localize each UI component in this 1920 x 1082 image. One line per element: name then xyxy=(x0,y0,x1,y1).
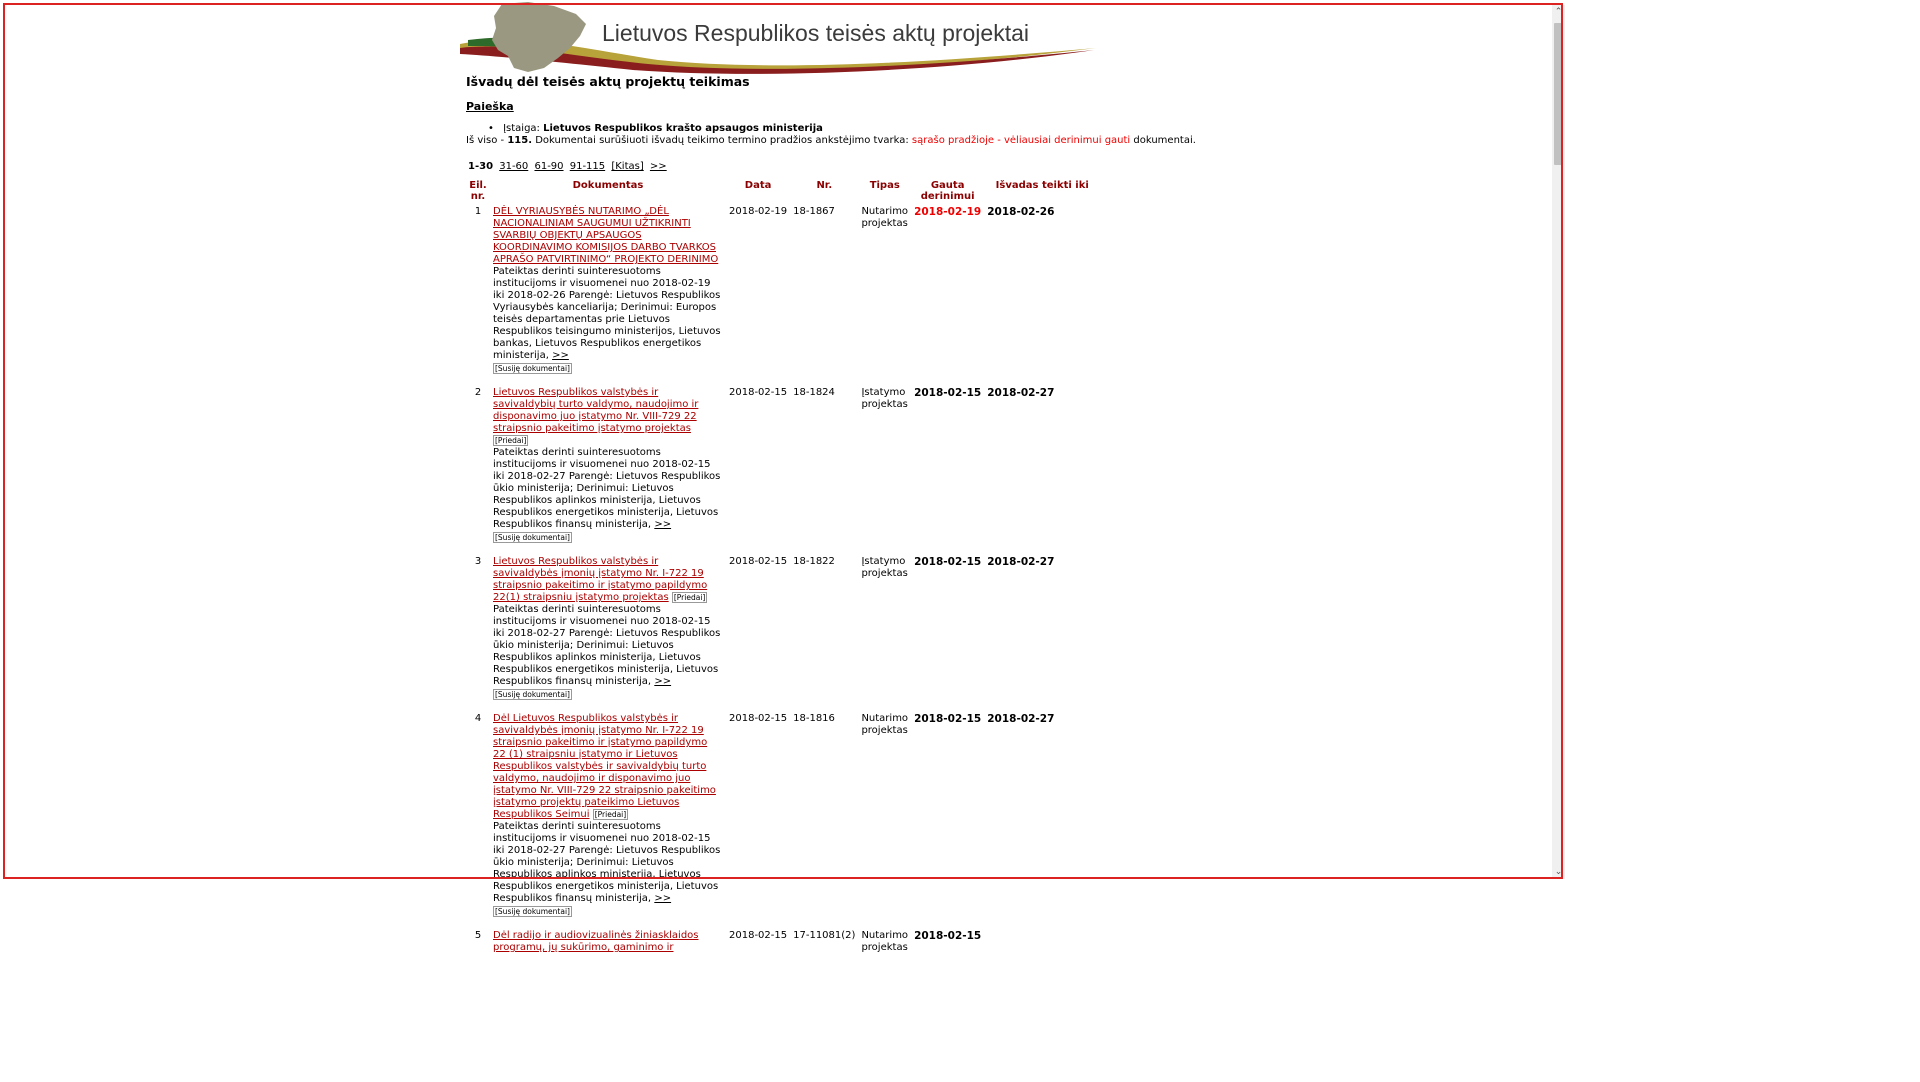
table-row: 5 Dėl radijo ir audiovizualinės žiniaskl… xyxy=(466,928,1100,964)
deadline-date: 2018-02-27 xyxy=(987,713,1055,725)
document-cell: Lietuvos Respublikos valstybės ir saviva… xyxy=(490,554,726,711)
row-number: 3 xyxy=(474,556,482,567)
document-type: Įstatymo projektas xyxy=(861,556,908,579)
document-cell: Dėl Lietuvos Respublikos valstybės ir sa… xyxy=(490,711,726,928)
more-link[interactable]: >> xyxy=(552,350,569,361)
header-type: Tipas xyxy=(869,180,900,191)
header-num: Eil. nr. xyxy=(469,180,487,202)
pager-link-31-60[interactable]: 31-60 xyxy=(499,161,528,172)
deadline-date: 2018-02-27 xyxy=(987,556,1055,568)
header-nr: Nr. xyxy=(816,180,833,191)
page-title: Išvadų dėl teisės aktų projektų teikimas xyxy=(466,74,750,89)
attachments-button[interactable]: [Priedai] xyxy=(493,435,529,446)
results-table: Eil. nr. Dokumentas Data Nr. Tipas Gauta… xyxy=(466,178,1100,964)
received-date: 2018-02-15 xyxy=(914,387,982,399)
row-number: 5 xyxy=(474,930,482,941)
summary-mid: Dokumentai surūšiuoti išvadų teikimo ter… xyxy=(535,135,909,146)
header-received: Gauta derinimui xyxy=(920,180,975,202)
document-description: Pateiktas derinti suinteresuotoms instit… xyxy=(493,447,721,530)
table-row: 4 Dėl Lietuvos Respublikos valstybės ir … xyxy=(466,711,1100,928)
attachments-button[interactable]: [Priedai] xyxy=(671,592,708,603)
document-number: 17-11081(2) xyxy=(793,930,856,941)
pager-current: 1-30 xyxy=(468,161,494,172)
table-row: 2 Lietuvos Respublikos valstybės ir savi… xyxy=(466,385,1100,554)
header-deadline: Išvadas teikti iki xyxy=(995,180,1089,191)
scroll-down-arrow-icon[interactable]: ⌄ xyxy=(1552,865,1565,879)
header-document: Dokumentas xyxy=(572,180,644,191)
document-number: 18-1822 xyxy=(793,556,835,567)
related-documents-button[interactable]: [Susiję dokumentai] xyxy=(493,363,572,374)
deadline-date: 2018-02-27 xyxy=(987,387,1055,399)
summary-sort-highlight: sąrašo pradžioje - vėliausiai derinimui … xyxy=(911,135,1131,146)
document-type: Nutarimo projektas xyxy=(861,930,909,953)
more-link[interactable]: >> xyxy=(654,676,671,687)
scrollbar-thumb[interactable] xyxy=(1554,23,1563,165)
more-link[interactable]: >> xyxy=(654,893,671,904)
table-row: 3 Lietuvos Respublikos valstybės ir savi… xyxy=(466,554,1100,711)
pager-link-last[interactable]: >> xyxy=(650,161,667,172)
document-link[interactable]: DĖL VYRIAUSYBĖS NUTARIMO „DĖL NACIONALIN… xyxy=(493,206,718,265)
document-number: 18-1816 xyxy=(793,713,835,724)
vertical-scrollbar[interactable]: ⌃ ⌄ xyxy=(1552,5,1565,879)
row-number: 2 xyxy=(474,387,482,398)
document-date: 2018-02-15 xyxy=(729,713,788,724)
document-description: Pateiktas derinti suinteresuotoms instit… xyxy=(493,604,721,687)
site-title: Lietuvos Respublikos teisės aktų projekt… xyxy=(602,20,1030,46)
document-date: 2018-02-15 xyxy=(729,930,788,941)
summary-total: 115. xyxy=(507,135,533,146)
more-link[interactable]: >> xyxy=(654,519,671,530)
pager-link-61-90[interactable]: 61-90 xyxy=(534,161,563,172)
related-documents-button[interactable]: [Susiję dokumentai] xyxy=(493,532,572,543)
document-date: 2018-02-15 xyxy=(729,387,788,398)
related-documents-button[interactable]: [Susiję dokumentai] xyxy=(493,906,572,917)
table-header-row: Eil. nr. Dokumentas Data Nr. Tipas Gauta… xyxy=(466,178,1100,204)
filter-criteria: • Įstaiga: Lietuvos Respublikos krašto a… xyxy=(488,123,823,134)
page-content: Lietuvos Respublikos teisės aktų projekt… xyxy=(458,0,1196,953)
pagination: 1-30 31-60 61-90 91-115 [Kitas] >> xyxy=(468,161,670,172)
document-cell: Dėl radijo ir audiovizualinės žiniasklai… xyxy=(490,928,726,964)
document-number: 18-1867 xyxy=(793,206,835,217)
document-description: Pateiktas derinti suinteresuotoms instit… xyxy=(493,266,721,361)
search-link[interactable]: Paieška xyxy=(466,100,514,113)
received-date: 2018-02-15 xyxy=(914,556,982,568)
document-link[interactable]: Dėl radijo ir audiovizualinės žiniasklai… xyxy=(493,930,699,953)
filter-value: Lietuvos Respublikos krašto apsaugos min… xyxy=(543,123,823,134)
deadline-date: 2018-02-26 xyxy=(987,206,1055,218)
received-date: 2018-02-19 xyxy=(914,206,982,218)
summary-suffix: dokumentai. xyxy=(1133,135,1196,146)
results-summary: Iš viso - 115. Dokumentai surūšiuoti išv… xyxy=(466,135,1196,146)
table-row: 1 DĖL VYRIAUSYBĖS NUTARIMO „DĖL NACIONAL… xyxy=(466,204,1100,385)
row-number: 1 xyxy=(474,206,482,217)
document-type: Įstatymo projektas xyxy=(861,387,908,410)
document-cell: Lietuvos Respublikos valstybės ir saviva… xyxy=(490,385,726,554)
received-date: 2018-02-15 xyxy=(914,930,982,942)
site-banner: Lietuvos Respublikos teisės aktų projekt… xyxy=(458,0,1118,76)
document-description: Pateiktas derinti suinteresuotoms instit… xyxy=(493,821,721,904)
attachments-button[interactable]: [Priedai] xyxy=(592,809,629,820)
document-type: Nutarimo projektas xyxy=(861,713,909,736)
document-type: Nutarimo projektas xyxy=(861,206,909,229)
filter-label: Įstaiga: xyxy=(503,123,540,134)
document-link[interactable]: Dėl Lietuvos Respublikos valstybės ir sa… xyxy=(493,713,716,820)
document-date: 2018-02-15 xyxy=(729,556,788,567)
pager-link-91-115[interactable]: 91-115 xyxy=(570,161,605,172)
document-number: 18-1824 xyxy=(793,387,835,398)
related-documents-button[interactable]: [Susiję dokumentai] xyxy=(493,689,572,700)
document-cell: DĖL VYRIAUSYBĖS NUTARIMO „DĖL NACIONALIN… xyxy=(490,204,726,385)
deadline-date xyxy=(984,928,1100,964)
row-number: 4 xyxy=(474,713,482,724)
header-date: Data xyxy=(744,180,772,191)
summary-prefix: Iš viso - xyxy=(466,135,505,146)
document-date: 2018-02-19 xyxy=(729,206,788,217)
document-link[interactable]: Lietuvos Respublikos valstybės ir saviva… xyxy=(493,387,698,434)
scroll-up-arrow-icon[interactable]: ⌃ xyxy=(1552,5,1565,19)
pager-link-next[interactable]: [Kitas] xyxy=(611,161,643,172)
bullet-icon: • xyxy=(488,123,494,134)
received-date: 2018-02-15 xyxy=(914,713,982,725)
